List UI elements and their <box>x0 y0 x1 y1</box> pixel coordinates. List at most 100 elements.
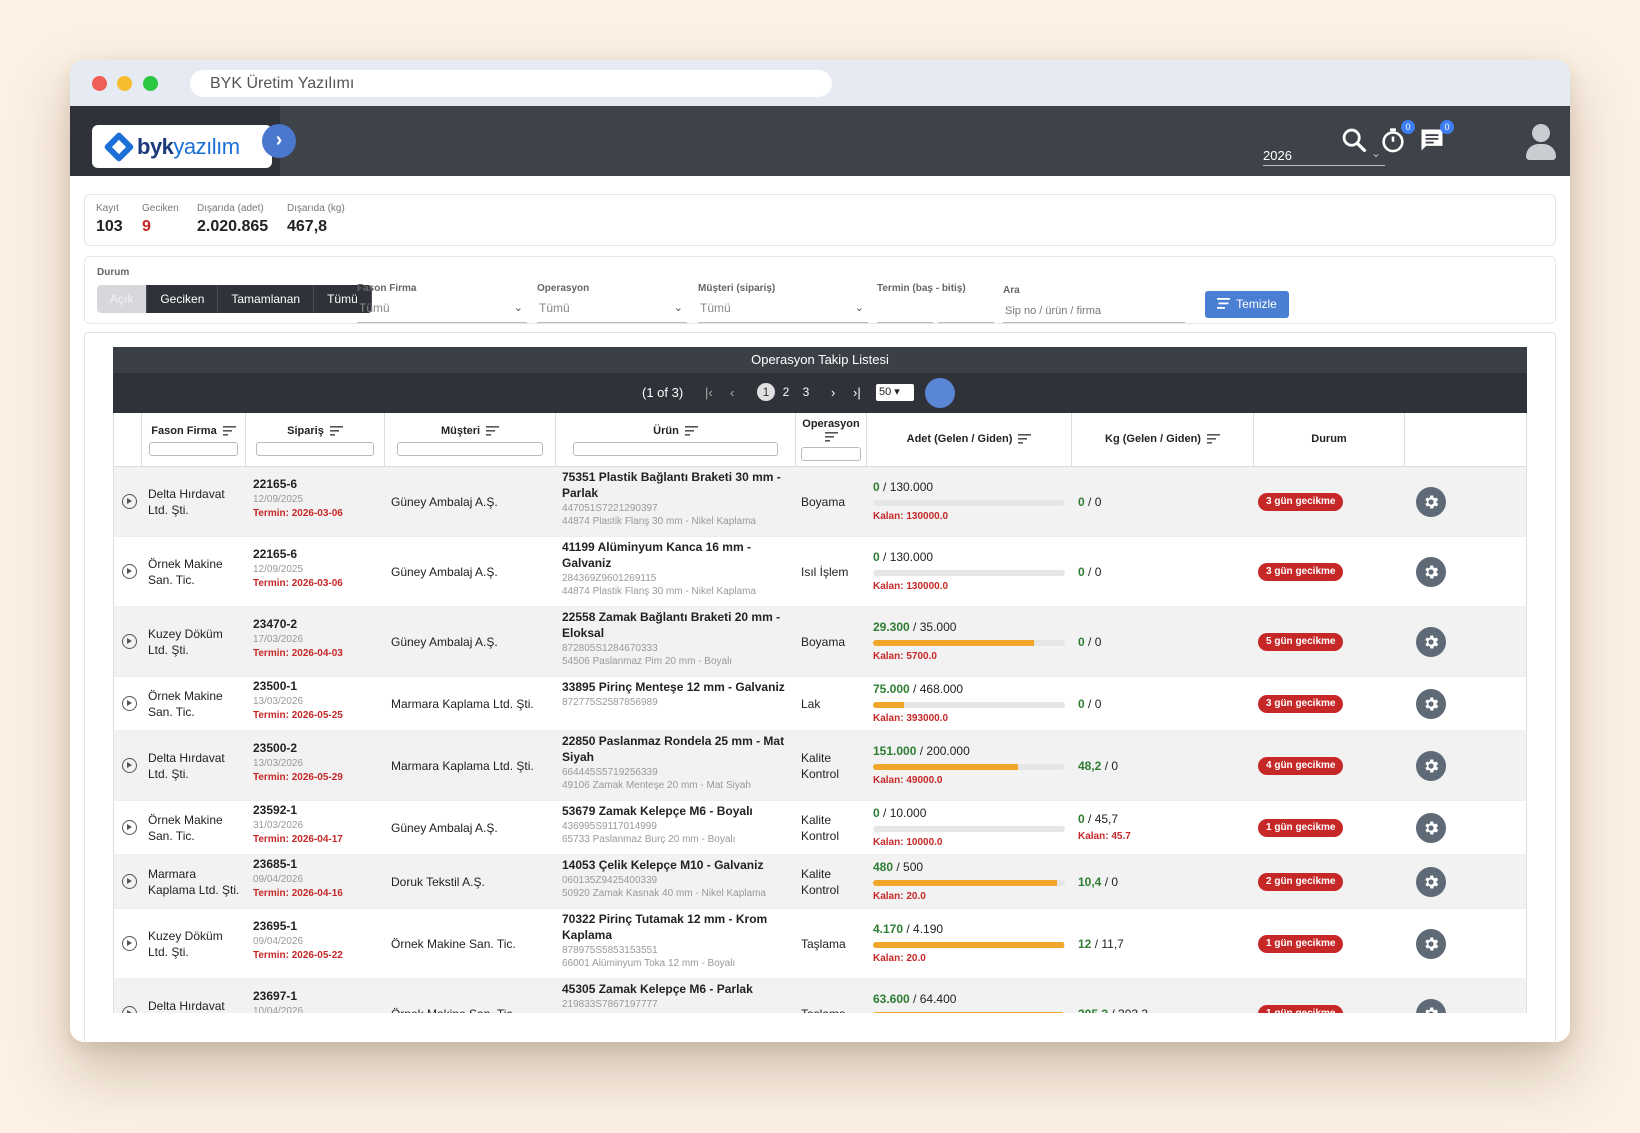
siparis-number[interactable]: 23500-1 <box>253 679 343 693</box>
durum-option-acik[interactable]: Açık <box>97 285 148 313</box>
urun-name-line: Siyah <box>562 750 595 764</box>
row-settings-button[interactable] <box>1416 627 1446 657</box>
musteri-filter-input[interactable] <box>396 442 544 456</box>
musteri-select[interactable]: Tümü ⌄ <box>698 301 868 323</box>
row-settings-button[interactable] <box>1416 999 1446 1013</box>
col-musteri[interactable]: Müşteri <box>385 413 556 467</box>
stat-label: Geciken <box>142 203 179 214</box>
maximize-window-button[interactable] <box>143 76 158 91</box>
row-expand-icon[interactable] <box>122 1006 137 1013</box>
url-bar[interactable]: BYK Üretim Yazılımı <box>190 70 832 97</box>
page-button-3[interactable]: 3 <box>797 383 815 401</box>
page-button-2[interactable]: 2 <box>777 383 795 401</box>
row-settings-button[interactable] <box>1416 751 1446 781</box>
col-actions <box>1405 413 1526 467</box>
siparis-number[interactable]: 23592-1 <box>253 803 343 817</box>
siparis-date: 09/04/2026 <box>253 874 304 885</box>
sort-icon[interactable] <box>1206 434 1220 444</box>
sort-icon[interactable] <box>486 426 500 436</box>
urun-filter-input[interactable] <box>572 442 779 456</box>
operasyon-select[interactable]: Tümü ⌄ <box>537 301 687 323</box>
row-expand-icon[interactable] <box>122 758 137 773</box>
brand-logo[interactable]: bykyazılım <box>92 125 272 168</box>
status-badge: 3 gün gecikme <box>1258 695 1344 713</box>
page-button-1[interactable]: 1 <box>757 383 775 401</box>
messages-button[interactable]: 0 <box>1418 120 1454 159</box>
table-row[interactable]: Marmara Kaplama Ltd. Şti. 23685-1 09/04/202… <box>114 855 1526 909</box>
row-expand-icon[interactable] <box>122 696 137 711</box>
table-row[interactable]: Delta Hırdavat Ltd. Şti. 23500-2 13/03/2026… <box>114 731 1526 801</box>
durum-segmented-control: Açık Geciken Tamamlanan Tümü <box>97 285 372 313</box>
row-settings-button[interactable] <box>1416 557 1446 587</box>
firma-line: Ltd. Şti. <box>148 643 189 657</box>
first-page-button[interactable]: |‹ <box>705 385 713 400</box>
siparis-filter-input[interactable] <box>255 442 375 456</box>
sort-icon[interactable] <box>684 426 698 436</box>
siparis-number[interactable]: 22165-6 <box>253 547 343 561</box>
siparis-number[interactable]: 22165-6 <box>253 477 343 491</box>
stat-disarida-adet: Dışarıda (adet) 2.020.865 <box>197 203 268 236</box>
table-row[interactable]: Kuzey Döküm Ltd. Şti. 23695-1 09/04/2026 Ter… <box>114 909 1526 979</box>
col-urun[interactable]: Ürün <box>556 413 796 467</box>
sort-icon[interactable] <box>824 432 838 442</box>
row-settings-button[interactable] <box>1416 689 1446 719</box>
siparis-number[interactable]: 23685-1 <box>253 857 343 871</box>
cell-operasyon: Taşlama <box>801 936 846 952</box>
next-page-button[interactable]: › <box>831 385 835 400</box>
col-adet[interactable]: Adet (Gelen / Giden) <box>867 413 1072 467</box>
row-settings-button[interactable] <box>1416 929 1446 959</box>
col-siparis[interactable]: Sipariş <box>246 413 385 467</box>
search-input[interactable]: Sip no / ürün / firma <box>1003 301 1185 323</box>
close-window-button[interactable] <box>92 76 107 91</box>
sidebar-toggle-button[interactable]: › <box>262 124 296 158</box>
durum-option-geciken[interactable]: Geciken <box>147 285 219 313</box>
adet-progress-bar <box>873 640 1065 646</box>
temizle-button[interactable]: Temizle <box>1205 291 1289 318</box>
timer-button[interactable]: 0 <box>1379 120 1415 159</box>
sort-icon[interactable] <box>1018 434 1032 444</box>
row-settings-button[interactable] <box>1416 487 1446 517</box>
siparis-number[interactable]: 23697-1 <box>253 989 303 1003</box>
urun-code: 872805S1284670333 <box>562 643 658 654</box>
col-kg[interactable]: Kg (Gelen / Giden) <box>1072 413 1254 467</box>
siparis-number[interactable]: 23695-1 <box>253 919 343 933</box>
row-expand-icon[interactable] <box>122 634 137 649</box>
fason-select[interactable]: Tümü ⌄ <box>357 301 527 323</box>
sort-icon[interactable] <box>222 426 236 436</box>
siparis-number[interactable]: 23470-2 <box>253 617 343 631</box>
row-expand-icon[interactable] <box>122 936 137 951</box>
kg-giden: 0 <box>1111 875 1119 889</box>
col-title: Operasyon <box>802 418 860 430</box>
termin-start-input[interactable] <box>877 301 933 323</box>
search-button[interactable] <box>1340 126 1368 159</box>
operasyon-filter-input[interactable] <box>800 447 862 461</box>
prev-page-button[interactable]: ‹ <box>730 385 734 400</box>
table-row[interactable]: Örnek Makine San. Tic. 23592-1 31/03/2026 Te… <box>114 801 1526 855</box>
table-row[interactable]: Örnek Makine San. Tic. 23500-1 13/03/2026 Te… <box>114 677 1526 731</box>
minimize-window-button[interactable] <box>117 76 132 91</box>
siparis-date: 10/04/2026 <box>253 1006 304 1013</box>
durum-option-tamamlanan[interactable]: Tamamlanan <box>218 285 315 313</box>
table-row[interactable]: Delta HırdavatLtd. Şti. 23697-1 10/04/2026… <box>114 979 1526 1013</box>
col-title: Kg (Gelen / Giden) <box>1105 433 1201 445</box>
siparis-number[interactable]: 23500-2 <box>253 741 343 755</box>
row-settings-button[interactable] <box>1416 867 1446 897</box>
row-expand-icon[interactable] <box>122 494 137 509</box>
table-row[interactable]: Delta Hırdavat Ltd. Şti. 22165-6 12/09/2025… <box>114 467 1526 537</box>
table-row[interactable]: Kuzey Döküm Ltd. Şti. 23470-2 17/03/2026 Ter… <box>114 607 1526 677</box>
operasyon-line: Kontrol <box>801 883 840 897</box>
row-settings-button[interactable] <box>1416 813 1446 843</box>
table-row[interactable]: Örnek Makine San. Tic. 22165-6 12/09/2025 Te… <box>114 537 1526 607</box>
col-fason-firma[interactable]: Fason Firma <box>142 413 246 467</box>
last-page-button[interactable]: ›| <box>853 385 861 400</box>
row-expand-icon[interactable] <box>122 820 137 835</box>
pager-action-button[interactable] <box>925 378 955 408</box>
row-expand-icon[interactable] <box>122 874 137 889</box>
sort-icon[interactable] <box>329 426 343 436</box>
fason-filter-input[interactable] <box>149 442 238 456</box>
rows-per-page-select[interactable]: 50 ▾ <box>876 384 914 401</box>
termin-end-input[interactable] <box>938 301 994 323</box>
row-expand-icon[interactable] <box>122 564 137 579</box>
col-operasyon[interactable]: Operasyon <box>796 413 867 467</box>
user-avatar[interactable] <box>1526 124 1556 160</box>
